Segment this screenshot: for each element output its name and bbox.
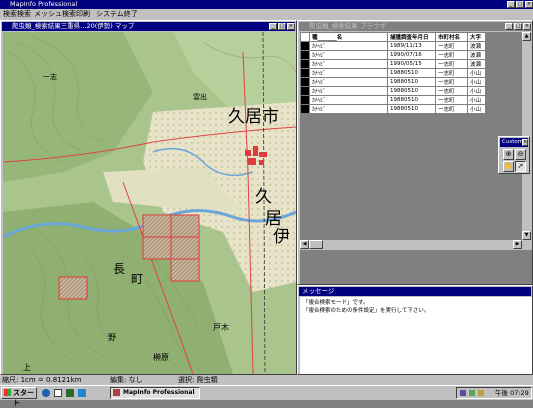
map-label-ichishi: 一志 [43, 73, 57, 81]
map-window-title-bar: 爬虫類_検索結果三重県...20(伊勢) マップ _ □ × [2, 22, 295, 31]
close-icon[interactable]: × [525, 1, 533, 8]
message-body: 「複合検索モード」です。 「複合検索のための条件設定」を実行して下さい。 [300, 297, 532, 374]
scroll-thumb[interactable] [309, 240, 323, 249]
taskbar-mapinfo-label: MapInfo Professional [123, 389, 195, 396]
column-header-species[interactable]: 種_______名 [309, 32, 388, 42]
custom-toolbar-title: Custom [502, 139, 524, 145]
ie-icon[interactable] [42, 389, 50, 397]
status-edit: 編集: なし [110, 376, 143, 384]
column-header-district[interactable]: 大字 [467, 32, 486, 42]
minimize-icon[interactable]: _ [507, 1, 515, 8]
menu-print[interactable]: 印刷 [76, 10, 90, 19]
browser-close-icon[interactable]: × [523, 23, 531, 30]
map-label-naga: 長 [113, 262, 126, 276]
table-row[interactable]: ｶﾅﾍﾋﾞ 19880510 一志町 小山 [300, 77, 486, 87]
message-line: 「複合検索のための条件設定」を実行して下さい。 [303, 308, 430, 314]
browser-horizontal-scrollbar[interactable]: ◀ ▶ [300, 240, 522, 249]
zoom-out-icon[interactable]: ⊖ [515, 149, 526, 160]
browser-window-title: 爬虫類_検索結果 ブラウザ [309, 22, 386, 30]
start-label: スタート [13, 389, 34, 407]
map-window: 爬虫類_検索結果三重県...20(伊勢) マップ _ □ × 久居市 久 居 一… [0, 20, 297, 375]
map-canvas[interactable]: 久居市 久 居 一志 雲出 伊 長 町 野 戸木 榊原 上 [3, 32, 296, 374]
map-minimize-icon[interactable]: _ [269, 23, 277, 30]
row-selector-icon[interactable] [300, 95, 310, 105]
map-maximize-icon[interactable]: □ [278, 23, 286, 30]
column-header-municipality[interactable]: 市町村名 [435, 32, 468, 42]
scroll-up-icon[interactable]: ▲ [522, 32, 531, 41]
grabber-hand-icon[interactable]: ✋ [503, 161, 514, 172]
custom-toolbar: Custom × ⊕ ⊖ ✋ ➚ [498, 136, 530, 174]
message-window-title-bar: メッセージ [299, 287, 531, 296]
table-row[interactable]: ｶﾅﾍﾋﾞ 1989/11/13 一志町 波瀬 [300, 41, 486, 51]
message-window-title: メッセージ [302, 287, 335, 295]
status-scale: 縮尺: 1cm = 0.8121km [2, 376, 82, 384]
browser-window-title-bar: 爬虫類_検索結果 ブラウザ _ □ × [299, 22, 531, 31]
scroll-left-icon[interactable]: ◀ [300, 240, 309, 249]
windows-logo-icon [4, 389, 11, 396]
map-label-hisai-city: 久居市 [228, 107, 279, 127]
row-selector-icon[interactable] [300, 59, 310, 69]
row-selector-icon[interactable] [300, 77, 310, 87]
row-selector-icon[interactable] [300, 104, 310, 114]
column-header-date[interactable]: 捕獲調査年月日 [387, 32, 436, 42]
taskbar: スタート MapInfo Professional 午後 07:29 [0, 385, 533, 407]
map-label-heki: 戸木 [213, 323, 229, 332]
table-row[interactable]: ｶﾅﾍﾋﾞ 19880510 一志町 小山 [300, 104, 486, 114]
row-selector-icon[interactable] [300, 50, 310, 60]
map-window-title: 爬虫類_検索結果三重県...20(伊勢) マップ [12, 22, 135, 30]
map-label-sakakibara: 榊原 [153, 353, 169, 362]
select-arrow-icon[interactable]: ➚ [515, 161, 526, 172]
outlook-icon[interactable] [54, 389, 62, 397]
taskbar-mapinfo-button[interactable]: MapInfo Professional [110, 387, 200, 399]
menu-search[interactable]: 検索検索 [3, 10, 31, 19]
map-label-machi: 町 [131, 272, 144, 286]
volume-icon[interactable] [460, 390, 466, 396]
maximize-icon[interactable]: □ [516, 1, 524, 8]
scroll-down-icon[interactable]: ▼ [522, 231, 531, 240]
row-selector-icon[interactable] [300, 68, 310, 78]
menu-exit[interactable]: システム終了 [96, 10, 138, 19]
map-label-kumozu: 雲出 [193, 93, 207, 101]
table-row[interactable]: ｶﾅﾍﾋﾞ 19880510 一志町 小山 [300, 95, 486, 105]
start-button[interactable]: スタート [1, 387, 37, 407]
scroll-right-icon[interactable]: ▶ [513, 240, 522, 249]
message-window: メッセージ 「複合検索モード」です。 「複合検索のための条件設定」を実行して下さ… [297, 285, 533, 375]
message-line: 「複合検索モード」です。 [303, 300, 369, 306]
status-selection: 選択: 爬虫類 [178, 376, 218, 384]
row-selector-icon[interactable] [300, 86, 310, 96]
table-row[interactable]: ｶﾅﾍﾋﾞ 1990/05/15 一志町 波瀬 [300, 59, 486, 69]
status-bar: 縮尺: 1cm = 0.8121km 編集: なし 選択: 爬虫類 [0, 375, 533, 385]
browser-table: 種_______名 捕獲調査年月日 市町村名 大字 ｶﾅﾍﾋﾞ 1989/11/1… [300, 32, 486, 114]
zoom-in-icon[interactable]: ⊕ [503, 149, 514, 160]
clock[interactable]: 午後 07:29 [495, 388, 529, 398]
system-tray: 午後 07:29 [456, 387, 532, 399]
browser-minimize-icon[interactable]: _ [505, 23, 513, 30]
table-row[interactable]: ｶﾅﾍﾋﾞ 19880510 一志町 小山 [300, 86, 486, 96]
custom-close-icon[interactable]: × [522, 139, 528, 146]
browser-maximize-icon[interactable]: □ [514, 23, 522, 30]
table-row[interactable]: ｶﾅﾍﾋﾞ 19880510 一志町 小山 [300, 68, 486, 78]
network-icon[interactable] [469, 390, 475, 396]
desktop-icon[interactable] [66, 389, 74, 397]
topographic-map [3, 32, 296, 374]
map-label-kami: 上 [23, 363, 31, 372]
browser-grid[interactable]: 種_______名 捕獲調査年月日 市町村名 大字 ｶﾅﾍﾋﾞ 1989/11/1… [300, 32, 522, 240]
mapinfo-app-icon [113, 389, 120, 396]
ime-icon[interactable] [478, 390, 484, 396]
row-selector-icon[interactable] [300, 41, 310, 51]
table-header-row: 種_______名 捕獲調査年月日 市町村名 大字 [300, 32, 486, 42]
map-label-no: 野 [108, 333, 116, 342]
map-close-icon[interactable]: × [287, 23, 295, 30]
custom-toolbar-title-bar[interactable]: Custom × [500, 138, 528, 147]
browser-empty-area [300, 250, 532, 284]
table-row[interactable]: ｶﾅﾍﾋﾞ 1990/07/16 一志町 波瀬 [300, 50, 486, 60]
app-title-bar: MapInfo Professional _ □ × [0, 0, 533, 9]
menu-bar: 検索検索 メッシュ検索 印刷 システム終了 [0, 9, 533, 20]
map-label-ise: 伊 [273, 227, 290, 247]
menu-mesh-search[interactable]: メッシュ検索 [34, 10, 76, 19]
channels-icon[interactable] [78, 389, 86, 397]
app-title: MapInfo Professional [10, 0, 78, 8]
